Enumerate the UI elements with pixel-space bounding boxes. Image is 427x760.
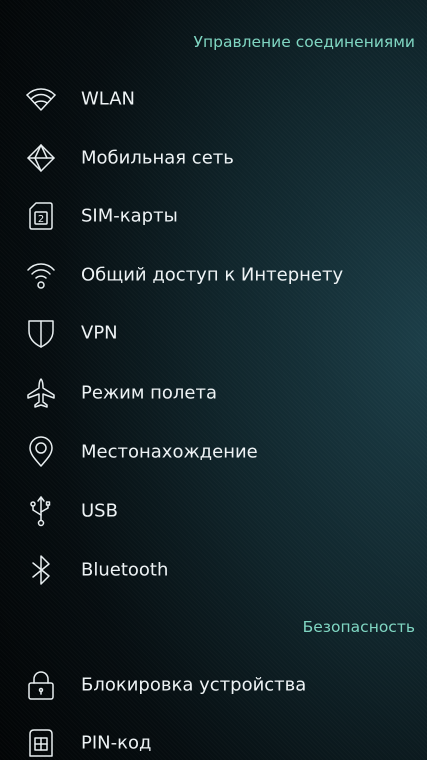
settings-item-label: USB — [81, 500, 118, 522]
settings-item-mobile-network[interactable]: Мобильная сеть — [0, 129, 427, 187]
settings-item-label: Мобильная сеть — [81, 147, 234, 169]
usb-icon — [23, 493, 59, 529]
internet-sharing-icon — [23, 257, 59, 293]
settings-item-label: Общий доступ к Интернету — [81, 264, 344, 286]
settings-item-internet-sharing[interactable]: Общий доступ к Интернету — [0, 246, 427, 304]
settings-item-label: Местонахождение — [81, 441, 258, 463]
settings-item-vpn[interactable]: VPN — [0, 304, 427, 362]
settings-item-label: SIM-карты — [81, 205, 178, 227]
settings-screen: Управление соединениями WLAN Мобильная с… — [0, 0, 427, 760]
wifi-icon — [23, 81, 59, 117]
mobile-network-icon — [23, 140, 59, 176]
settings-item-label: PIN-код — [81, 732, 152, 754]
location-pin-icon — [23, 434, 59, 470]
settings-item-wlan[interactable]: WLAN — [0, 70, 427, 128]
settings-item-label: Режим полета — [81, 382, 218, 404]
settings-item-pin-code[interactable]: PIN-код — [0, 714, 427, 760]
settings-item-label: Блокировка устройства — [81, 674, 307, 696]
settings-item-label: Bluetooth — [81, 559, 169, 581]
settings-item-sim-cards[interactable]: 2 SIM-карты — [0, 187, 427, 245]
sim-number: 2 — [38, 214, 44, 225]
shield-icon — [23, 315, 59, 351]
bluetooth-icon — [23, 552, 59, 588]
settings-item-device-lock[interactable]: Блокировка устройства — [0, 656, 427, 714]
section-header-security: Безопасность — [302, 618, 415, 636]
lock-icon — [23, 667, 59, 703]
sim-card-icon: 2 — [23, 198, 59, 234]
settings-item-label: WLAN — [81, 88, 136, 110]
settings-item-airplane-mode[interactable]: Режим полета — [0, 364, 427, 422]
section-header-connections: Управление соединениями — [193, 33, 415, 51]
settings-item-usb[interactable]: USB — [0, 482, 427, 540]
settings-item-bluetooth[interactable]: Bluetooth — [0, 541, 427, 599]
airplane-icon — [23, 375, 59, 411]
settings-item-location[interactable]: Местонахождение — [0, 423, 427, 481]
pin-code-icon — [23, 725, 59, 760]
settings-item-label: VPN — [81, 322, 118, 344]
